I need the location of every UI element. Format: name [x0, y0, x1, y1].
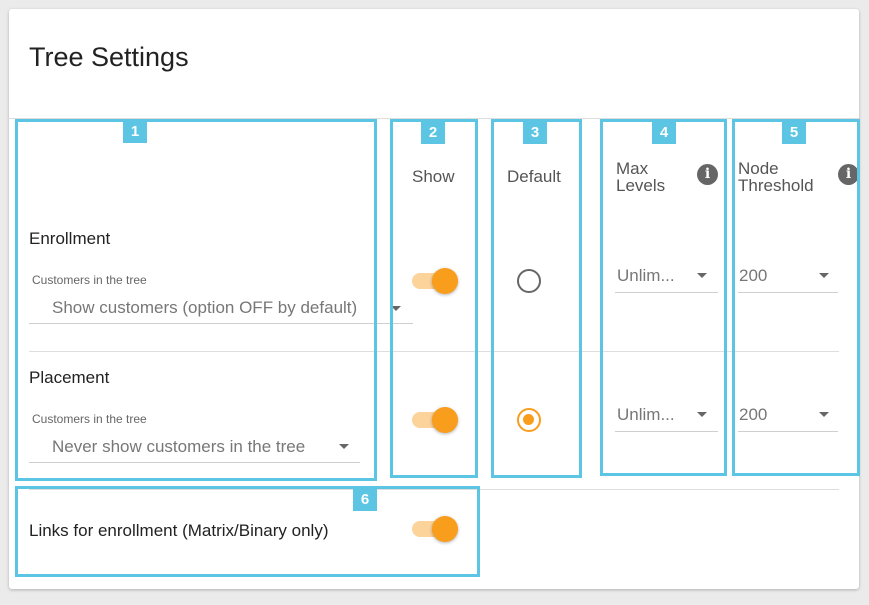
annotation-number: 1: [123, 120, 147, 143]
annotation-box-4: [600, 119, 727, 476]
annotation-box-5: [732, 119, 860, 476]
annotation-number: 2: [421, 121, 445, 144]
annotation-number: 4: [652, 121, 676, 144]
page-title: Tree Settings: [29, 42, 189, 72]
annotation-box-1: [15, 119, 377, 481]
annotation-box-6: [15, 486, 480, 577]
annotation-box-3: [491, 119, 582, 478]
annotation-number: 5: [782, 121, 806, 144]
annotation-number: 3: [523, 121, 547, 144]
annotation-box-2: [390, 119, 478, 478]
annotation-number: 6: [353, 488, 377, 511]
